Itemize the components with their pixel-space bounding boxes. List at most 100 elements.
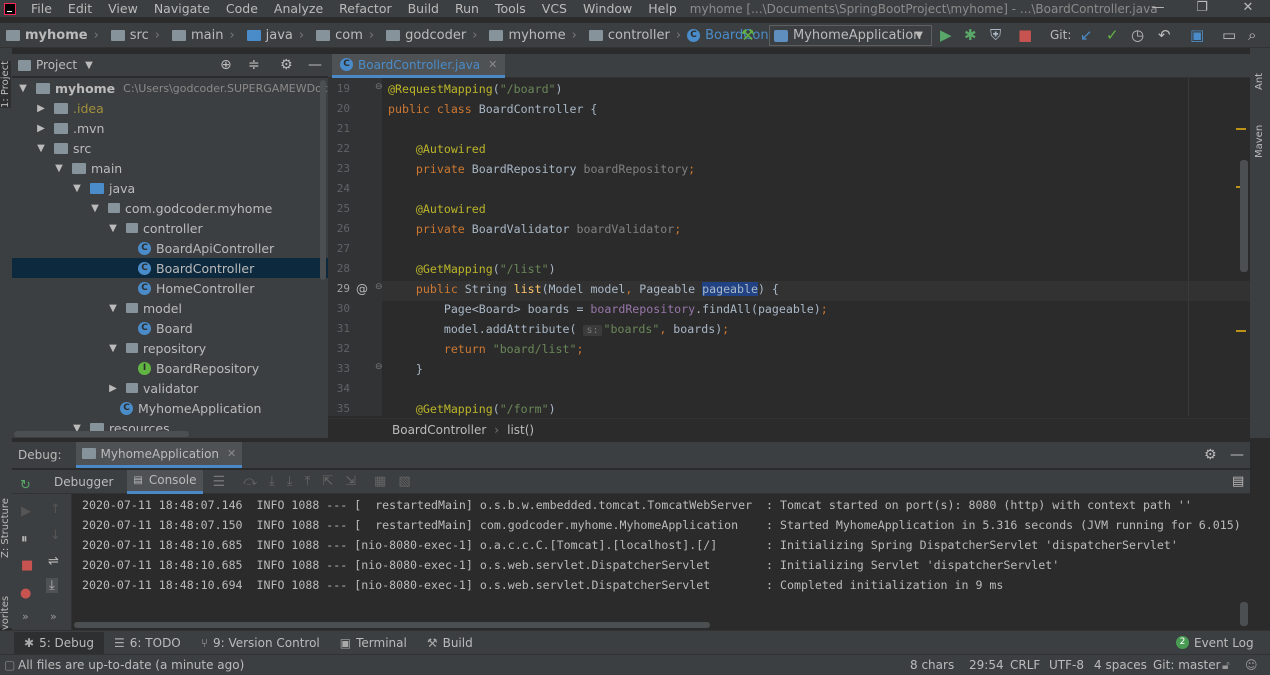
- menu-lines-icon[interactable]: ☰: [213, 474, 226, 490]
- line-separator[interactable]: CRLF: [1010, 658, 1040, 672]
- breadcrumb-item[interactable]: com ›: [310, 28, 374, 43]
- menu-window[interactable]: Window: [574, 0, 639, 17]
- tree-item[interactable]: C BoardController: [12, 258, 328, 278]
- soft-wrap-icon[interactable]: ⇌: [48, 554, 59, 569]
- expand-down-icon[interactable]: ▼: [106, 343, 120, 354]
- console-output[interactable]: 2020-07-11 18:48:07.146 INFO 1088 --- [ …: [72, 494, 1250, 624]
- tree-item[interactable]: ▼ myhome C:\Users\godcoder.SUPERGAMEWDoc: [12, 78, 328, 98]
- expand-right-icon[interactable]: ▶: [106, 383, 120, 394]
- tree-item[interactable]: ▼ main: [12, 158, 328, 178]
- git-branch[interactable]: Git: master: [1153, 658, 1221, 672]
- project-structure-icon[interactable]: ▣: [1190, 26, 1204, 44]
- expand-down-icon[interactable]: ▼: [16, 83, 30, 94]
- down-arrow-icon[interactable]: ↓: [50, 528, 61, 543]
- more-icon[interactable]: »: [22, 610, 29, 623]
- code-editor[interactable]: @RequestMapping("/board") public class Bo…: [382, 78, 1250, 416]
- evaluate-icon[interactable]: ▦: [374, 474, 386, 489]
- expand-down-icon[interactable]: ▼: [106, 303, 120, 314]
- tree-item[interactable]: ▼ java: [12, 178, 328, 198]
- console-v-scrollbar[interactable]: [1240, 602, 1248, 626]
- project-tree-h-scrollbar[interactable]: [14, 431, 189, 437]
- breadcrumb-item[interactable]: controller ›: [583, 28, 681, 43]
- menu-file[interactable]: File: [22, 0, 59, 17]
- git-commit-icon[interactable]: ✓: [1106, 26, 1119, 44]
- history-icon[interactable]: ◷: [1131, 26, 1144, 44]
- breadcrumb-item[interactable]: main ›: [166, 28, 235, 43]
- tree-item[interactable]: ▼ controller: [12, 218, 328, 238]
- search-icon[interactable]: ⌕: [1248, 26, 1256, 44]
- run-icon[interactable]: ▶: [940, 26, 952, 44]
- ant-tool-button[interactable]: Ant: [1254, 73, 1265, 90]
- settings-gear-icon[interactable]: ⚙: [280, 57, 293, 73]
- error-stripe-mark[interactable]: [1236, 128, 1246, 130]
- vcs-tool-button[interactable]: ⑂ 9: Version Control: [191, 632, 330, 654]
- view-breakpoints-icon[interactable]: ●: [20, 586, 31, 601]
- step-out-icon[interactable]: ⤒: [304, 474, 310, 489]
- build-hammer-icon[interactable]: ⚒: [741, 26, 754, 44]
- override-marker-icon[interactable]: @: [356, 282, 368, 296]
- tree-item[interactable]: ▼ com.godcoder.myhome: [12, 198, 328, 218]
- expand-down-icon[interactable]: ▼: [52, 163, 66, 174]
- lock-icon[interactable]: 🔓︎: [1222, 658, 1230, 673]
- stop-icon[interactable]: ■: [1018, 26, 1032, 44]
- menu-code[interactable]: Code: [217, 0, 265, 17]
- hide-panel-icon[interactable]: —: [1230, 447, 1244, 463]
- trace-icon[interactable]: ▧: [398, 474, 410, 489]
- tree-item[interactable]: C HomeController: [12, 278, 328, 298]
- expand-down-icon[interactable]: ▼: [34, 143, 48, 154]
- minimize-icon[interactable]: —: [1136, 0, 1180, 17]
- resume-icon[interactable]: ▶: [21, 504, 31, 519]
- menu-refactor[interactable]: Refactor: [330, 0, 398, 17]
- tree-item[interactable]: ▶ .mvn: [12, 118, 328, 138]
- expand-down-icon[interactable]: ▼: [106, 223, 120, 234]
- settings-gear-icon[interactable]: ⚙: [1204, 447, 1217, 463]
- project-tool-button[interactable]: 1: Project: [0, 60, 11, 108]
- project-tree-scrollbar[interactable]: [320, 80, 326, 280]
- run-to-cursor-icon[interactable]: ⇲: [345, 474, 356, 489]
- tree-item[interactable]: C MyhomeApplication: [12, 398, 328, 418]
- tree-item[interactable]: ▼ model: [12, 298, 328, 318]
- terminal-tool-button[interactable]: ▣ Terminal: [330, 632, 417, 654]
- menu-build[interactable]: Build: [399, 0, 446, 17]
- tab-boardcontroller-java[interactable]: C BoardController.java ✕: [332, 54, 506, 78]
- maximize-icon[interactable]: ❐: [1180, 0, 1224, 17]
- expand-down-icon[interactable]: ▼: [88, 203, 102, 214]
- debug-bug-icon[interactable]: ✱: [964, 26, 977, 44]
- menu-view[interactable]: View: [99, 0, 145, 17]
- tree-item[interactable]: C Board: [12, 318, 328, 338]
- crumb-method[interactable]: list(): [507, 423, 534, 437]
- project-view-selector[interactable]: Project: [36, 58, 77, 72]
- expand-down-icon[interactable]: ▼: [70, 183, 84, 194]
- debug-session-tab[interactable]: MyhomeApplication ✕: [75, 442, 243, 468]
- fold-icon[interactable]: ⊖: [375, 82, 382, 92]
- close-icon[interactable]: ✕: [1226, 0, 1270, 17]
- menu-tools[interactable]: Tools: [486, 0, 533, 17]
- breadcrumb-item[interactable]: godcoder ›: [380, 28, 477, 43]
- menu-help[interactable]: Help: [639, 0, 684, 17]
- crumb-class[interactable]: BoardController: [392, 423, 486, 437]
- chevron-down-icon[interactable]: ▼: [85, 60, 93, 71]
- menu-run[interactable]: Run: [446, 0, 486, 17]
- editor-scrollbar[interactable]: [1240, 160, 1248, 272]
- more-icon[interactable]: »: [50, 610, 57, 623]
- tree-item[interactable]: I BoardRepository: [12, 358, 328, 378]
- rerun-icon[interactable]: ↻: [20, 478, 31, 493]
- collapse-all-icon[interactable]: ≑: [248, 57, 260, 73]
- caret-position[interactable]: 29:54: [969, 658, 1004, 672]
- pause-icon[interactable]: ⏸: [21, 532, 28, 547]
- coverage-icon[interactable]: ⛨: [990, 26, 1001, 44]
- debug-tool-button[interactable]: ✱ 5: Debug: [14, 631, 105, 654]
- step-into-icon[interactable]: ⤓: [269, 474, 275, 489]
- tree-item[interactable]: ▶ .idea: [12, 98, 328, 118]
- error-stripe-mark[interactable]: [1236, 330, 1246, 332]
- menu-edit[interactable]: Edit: [59, 0, 99, 17]
- maven-tool-button[interactable]: Maven: [1254, 125, 1265, 158]
- tree-item[interactable]: C BoardApiController: [12, 238, 328, 258]
- step-over-icon[interactable]: ⤼: [243, 474, 257, 489]
- layout-settings-icon[interactable]: ▤: [1232, 474, 1244, 489]
- menu-analyze[interactable]: Analyze: [265, 0, 330, 17]
- indent-setting[interactable]: 4 spaces: [1094, 658, 1147, 672]
- run-configuration-select[interactable]: MyhomeApplication ▼: [769, 25, 932, 46]
- tree-item[interactable]: ▼ repository: [12, 338, 328, 358]
- build-tool-button[interactable]: ⚒ Build: [417, 632, 483, 654]
